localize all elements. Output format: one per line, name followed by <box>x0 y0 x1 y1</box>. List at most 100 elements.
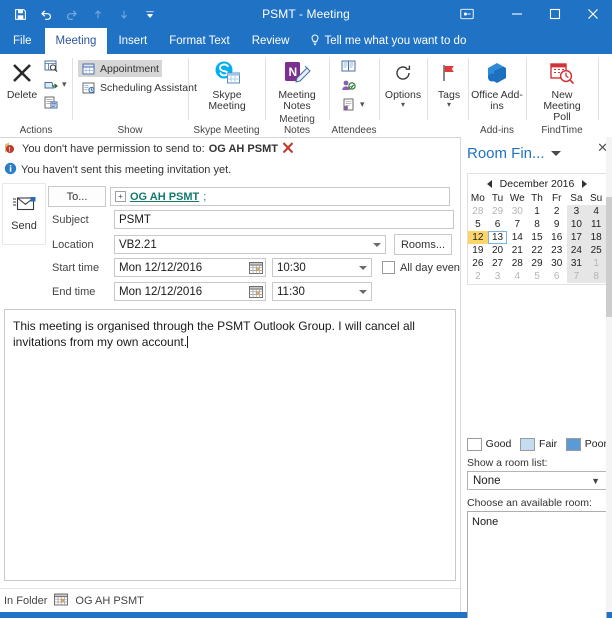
maximize-icon[interactable] <box>536 0 574 28</box>
end-date-input[interactable]: Mon 12/12/2016 <box>114 282 266 301</box>
prev-month-arrow[interactable] <box>486 179 492 188</box>
calendar-day[interactable]: 2 <box>468 270 488 283</box>
meeting-notes-button[interactable]: N Meeting Notes <box>269 58 325 112</box>
options-dropdown-arrow[interactable]: ▾ <box>401 101 405 109</box>
undo-icon[interactable] <box>34 2 58 26</box>
meeting-body-editor[interactable]: This meeting is organised through the PS… <box>4 309 456 581</box>
calendar-day[interactable]: 22 <box>527 244 547 257</box>
calendar-day[interactable]: 9 <box>547 218 567 231</box>
to-field[interactable]: + OG AH PSMT; <box>110 187 450 206</box>
calendar-day[interactable]: 8 <box>586 270 606 283</box>
expand-plus-icon[interactable]: + <box>115 191 126 202</box>
start-date-input[interactable]: Mon 12/12/2016 <box>114 258 266 277</box>
chevron-down-icon[interactable] <box>373 242 381 247</box>
tab-meeting[interactable]: Meeting <box>44 28 108 54</box>
end-time-combobox[interactable]: 11:30 <box>272 282 372 301</box>
room-finder-scrollbar[interactable] <box>606 137 612 612</box>
calendar-day[interactable]: 20 <box>488 244 508 257</box>
minimize-icon[interactable] <box>498 0 536 28</box>
start-time-combobox[interactable]: 10:30 <box>272 258 372 277</box>
check-names-button[interactable] <box>338 77 359 94</box>
chevron-down-icon[interactable] <box>359 289 367 294</box>
calendar-day[interactable]: 21 <box>507 244 527 257</box>
calendar-day[interactable]: 31 <box>566 257 587 270</box>
calendar-day[interactable]: 29 <box>488 205 508 218</box>
calendar-day[interactable]: 7 <box>507 218 527 231</box>
appointment-button[interactable]: Appointment <box>78 60 162 77</box>
delete-button[interactable]: Delete <box>0 58 44 101</box>
response-options-button[interactable]: ▾ <box>338 96 368 113</box>
calendar-day[interactable]: 14 <box>507 231 527 244</box>
office-add-ins-button[interactable]: Office Add-ins <box>469 58 525 112</box>
chevron-down-icon[interactable] <box>359 265 367 270</box>
other-actions-button[interactable] <box>40 94 61 111</box>
calendar-day[interactable]: 6 <box>547 270 567 283</box>
share-icon[interactable] <box>450 0 484 28</box>
calendar-day[interactable]: 30 <box>547 257 567 270</box>
location-combobox[interactable]: VB2.21 <box>114 235 386 254</box>
tab-file[interactable]: File <box>0 28 45 54</box>
calendar-day[interactable]: 1 <box>527 205 547 218</box>
calendar-day[interactable]: 28 <box>468 205 488 218</box>
tell-me-box[interactable]: Tell me what you want to do <box>300 28 476 54</box>
address-book-button[interactable] <box>338 58 359 75</box>
calendar-day[interactable]: 25 <box>586 244 606 257</box>
checkbox-box[interactable] <box>382 261 395 274</box>
tab-format-text[interactable]: Format Text <box>158 28 241 54</box>
next-month-arrow[interactable] <box>582 179 588 188</box>
calendar-day[interactable]: 28 <box>507 257 527 270</box>
send-button[interactable]: Send <box>2 183 46 245</box>
calendar-day[interactable]: 1 <box>586 257 606 270</box>
customize-quick-access-icon[interactable] <box>138 2 162 26</box>
subject-input[interactable]: PSMT <box>114 210 454 229</box>
calendar-day[interactable]: 16 <box>547 231 567 244</box>
to-button[interactable]: To... <box>48 186 106 207</box>
calendar-day[interactable]: 13 <box>487 231 508 244</box>
calendar-day[interactable]: 8 <box>527 218 547 231</box>
move-dropdown-arrow[interactable]: ▾ <box>62 79 67 90</box>
tab-insert[interactable]: Insert <box>107 28 158 54</box>
calendar-day[interactable]: 6 <box>488 218 508 231</box>
calendar-day[interactable]: 3 <box>566 205 587 218</box>
calendar-day[interactable]: 23 <box>547 244 567 257</box>
available-room-item[interactable]: None <box>472 515 602 529</box>
calendar-day[interactable]: 15 <box>527 231 547 244</box>
calendar-picker-icon[interactable] <box>249 285 263 298</box>
calendar-day[interactable]: 19 <box>468 244 488 257</box>
calendar-day[interactable]: 7 <box>566 270 587 283</box>
to-recipient[interactable]: OG AH PSMT <box>130 191 199 203</box>
infobar-permission[interactable]: ! You don't have permission to send to: … <box>0 139 464 159</box>
save-icon[interactable] <box>8 2 32 26</box>
calendar-day[interactable]: 11 <box>586 218 606 231</box>
calendar-day[interactable]: 24 <box>566 244 587 257</box>
available-rooms-listbox[interactable]: None <box>467 511 607 618</box>
calendar-day[interactable]: 29 <box>527 257 547 270</box>
calendar-day[interactable]: 2 <box>547 205 567 218</box>
calendar-day[interactable]: 4 <box>507 270 527 283</box>
all-day-event-checkbox[interactable]: All day event <box>382 261 464 274</box>
new-meeting-poll-button[interactable]: New Meeting Poll <box>534 58 590 123</box>
calendar-day[interactable]: 12 <box>468 231 488 244</box>
response-dropdown-arrow[interactable]: ▾ <box>360 99 365 110</box>
calendar-day[interactable]: 18 <box>586 231 606 244</box>
chevron-down-icon[interactable] <box>550 150 561 156</box>
calendar-day[interactable]: 27 <box>488 257 508 270</box>
calendar-day[interactable]: 30 <box>507 205 527 218</box>
close-icon[interactable] <box>574 0 612 28</box>
calendar-day[interactable]: 10 <box>566 218 587 231</box>
skype-meeting-button[interactable]: Skype Meeting <box>199 58 255 112</box>
calendar-day[interactable]: 4 <box>586 205 606 218</box>
calendar-day[interactable]: 26 <box>468 257 488 270</box>
calendar-day[interactable]: 3 <box>488 270 508 283</box>
scheduling-assistant-button[interactable]: Scheduling Assistant <box>78 79 200 96</box>
calendar-picker-icon[interactable] <box>249 261 263 274</box>
room-list-select[interactable]: None ▼ <box>467 471 607 490</box>
tags-dropdown-arrow[interactable]: ▾ <box>447 101 451 109</box>
calendar-day[interactable]: 17 <box>566 231 587 244</box>
calendar-day[interactable]: 5 <box>468 218 488 231</box>
move-to-folder-button[interactable]: ▾ <box>40 76 70 93</box>
chevron-down-icon[interactable]: ▼ <box>591 476 600 486</box>
calendar-day[interactable]: 5 <box>527 270 547 283</box>
scrollbar-thumb[interactable] <box>606 197 612 317</box>
tab-review[interactable]: Review <box>241 28 301 54</box>
